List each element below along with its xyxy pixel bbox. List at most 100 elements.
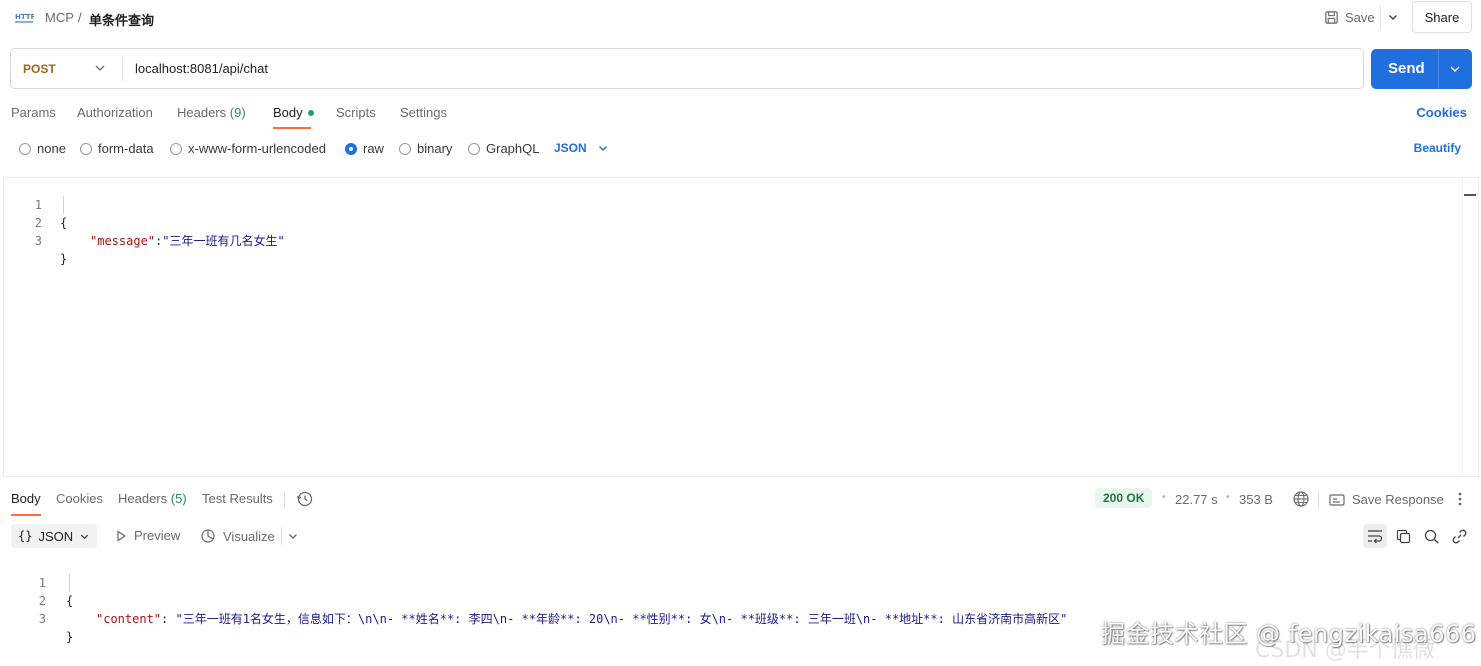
tab-authorization[interactable]: Authorization [77, 105, 153, 120]
response-size[interactable]: 353 B [1239, 492, 1273, 507]
status-badge[interactable]: 200 OK [1095, 488, 1153, 508]
radio-x-www-form-urlencoded[interactable]: x-www-form-urlencoded [170, 141, 326, 156]
body-format-select[interactable]: JSON [554, 141, 609, 155]
breadcrumb-current[interactable]: 单条件查询 [89, 10, 154, 29]
resp-tab-cookies[interactable]: Cookies [56, 491, 103, 506]
preview-button[interactable]: Preview [115, 528, 180, 543]
json-value: "三年一班有几名女生" [162, 234, 285, 248]
json-colon: : [161, 612, 176, 626]
line-number: 3 [34, 234, 42, 248]
response-format-select[interactable]: {} JSON [11, 524, 97, 548]
editor-line: 1 { [4, 178, 67, 230]
chevron-down-icon [80, 534, 89, 539]
chevron-down-icon[interactable] [287, 530, 299, 542]
preview-label: Preview [134, 528, 181, 543]
body-format-label: JSON [554, 141, 587, 155]
response-line: 2 "content": "三年一班有1名女生，信息如下：\n\n- **姓名*… [0, 574, 1068, 626]
response-time[interactable]: 22.77 s [1175, 492, 1218, 507]
meta-divider [1318, 492, 1319, 508]
code-text: } [66, 630, 74, 644]
url-bar: POST localhost:8081/api/chat [10, 48, 1364, 89]
send-divider [1438, 49, 1439, 89]
radio-button[interactable] [468, 142, 480, 155]
tab-headers-label: Headers [177, 105, 227, 120]
scroll-marker [1464, 194, 1476, 196]
resp-tab-headers-label: Headers [118, 491, 168, 506]
copy-icon [1396, 529, 1410, 543]
share-button[interactable]: Share [1412, 1, 1472, 33]
radio-label: none [37, 141, 66, 156]
send-label: Send [1388, 60, 1425, 77]
response-body-viewer[interactable]: 1 { 2 "content": "三年一班有1名女生，信息如下：\n\n- *… [0, 556, 1481, 644]
visualize-label: Visualize [223, 528, 275, 544]
link-button[interactable] [1447, 524, 1471, 548]
save-button[interactable]: Save [1318, 5, 1378, 29]
radio-graphql[interactable]: GraphQL [468, 141, 539, 156]
breadcrumb-parent[interactable]: MCP [45, 10, 74, 25]
visualize-icon [201, 529, 215, 543]
share-label: Share [1424, 9, 1460, 25]
search-button[interactable] [1419, 524, 1443, 548]
response-line: 3 } [0, 592, 73, 644]
tab-body[interactable]: Body [273, 105, 314, 120]
code-text: { [66, 594, 74, 608]
resp-tab-body[interactable]: Body [11, 491, 41, 506]
save-response-label: Save Response [1352, 492, 1444, 507]
radio-raw[interactable]: raw [345, 141, 384, 156]
save-response-button[interactable]: Save Response [1329, 492, 1444, 507]
tab-params[interactable]: Params [11, 105, 56, 120]
code-text: { [60, 216, 68, 230]
radio-button[interactable] [170, 142, 182, 155]
tab-settings[interactable]: Settings [400, 105, 447, 120]
chevron-down-icon[interactable] [1448, 62, 1462, 76]
send-button[interactable]: Send [1371, 49, 1472, 89]
radio-button[interactable] [80, 142, 92, 155]
radio-button-checked[interactable] [345, 142, 357, 155]
method-select[interactable]: POST [23, 62, 56, 76]
history-icon[interactable] [296, 490, 314, 508]
http-icon: HTTP [15, 13, 34, 23]
breadcrumb-separator: / [78, 10, 82, 25]
active-tab-indicator [273, 127, 311, 129]
visualize-button[interactable]: Visualize [200, 528, 275, 544]
tab-scripts[interactable]: Scripts [336, 105, 376, 120]
radio-none[interactable]: none [19, 141, 66, 156]
cookies-link[interactable]: Cookies [1416, 105, 1467, 120]
json-key: "content" [96, 612, 162, 626]
url-input[interactable]: localhost:8081/api/chat [135, 61, 268, 76]
radio-button[interactable] [399, 142, 411, 155]
response-toolbar: {} JSON Preview Visualize [0, 522, 1481, 550]
editor-scrollbar[interactable] [1462, 178, 1478, 476]
copy-button[interactable] [1391, 524, 1415, 548]
chevron-down-icon [598, 146, 607, 151]
globe-icon[interactable] [1292, 490, 1310, 508]
body-type-options: none form-data x-www-form-urlencoded raw… [0, 138, 1481, 160]
response-format-label: JSON [38, 528, 74, 544]
request-body-editor[interactable]: 1 { 2 "message":"三年一班有几名女生" 3 } [3, 177, 1479, 477]
indent-guide [69, 574, 70, 592]
save-dropdown-button[interactable] [1380, 5, 1404, 29]
meta-separator: • [1226, 492, 1230, 503]
code-text: } [60, 252, 68, 266]
chevron-down-icon[interactable] [93, 61, 107, 75]
radio-form-data[interactable]: form-data [80, 141, 154, 156]
radio-label: binary [417, 141, 453, 156]
wrap-lines-icon [1368, 530, 1383, 543]
editor-line: 3 } [4, 214, 67, 266]
radio-button[interactable] [19, 142, 31, 155]
json-key: "message" [90, 234, 156, 248]
resp-tab-headers[interactable]: Headers (5) [118, 491, 187, 506]
more-options-icon[interactable] [1453, 490, 1467, 508]
radio-label: raw [363, 141, 384, 156]
braces-icon: {} [18, 529, 33, 543]
beautify-link[interactable]: Beautify [1414, 141, 1461, 155]
url-divider [122, 57, 123, 81]
tab-headers[interactable]: Headers (9) [177, 105, 246, 120]
radio-label: GraphQL [486, 141, 540, 156]
meta-separator: • [1162, 492, 1166, 503]
radio-label: x-www-form-urlencoded [188, 141, 326, 156]
wrap-lines-button[interactable] [1363, 524, 1387, 548]
radio-binary[interactable]: binary [399, 141, 452, 156]
search-icon [1424, 529, 1438, 543]
resp-tab-test-results[interactable]: Test Results [202, 491, 273, 506]
